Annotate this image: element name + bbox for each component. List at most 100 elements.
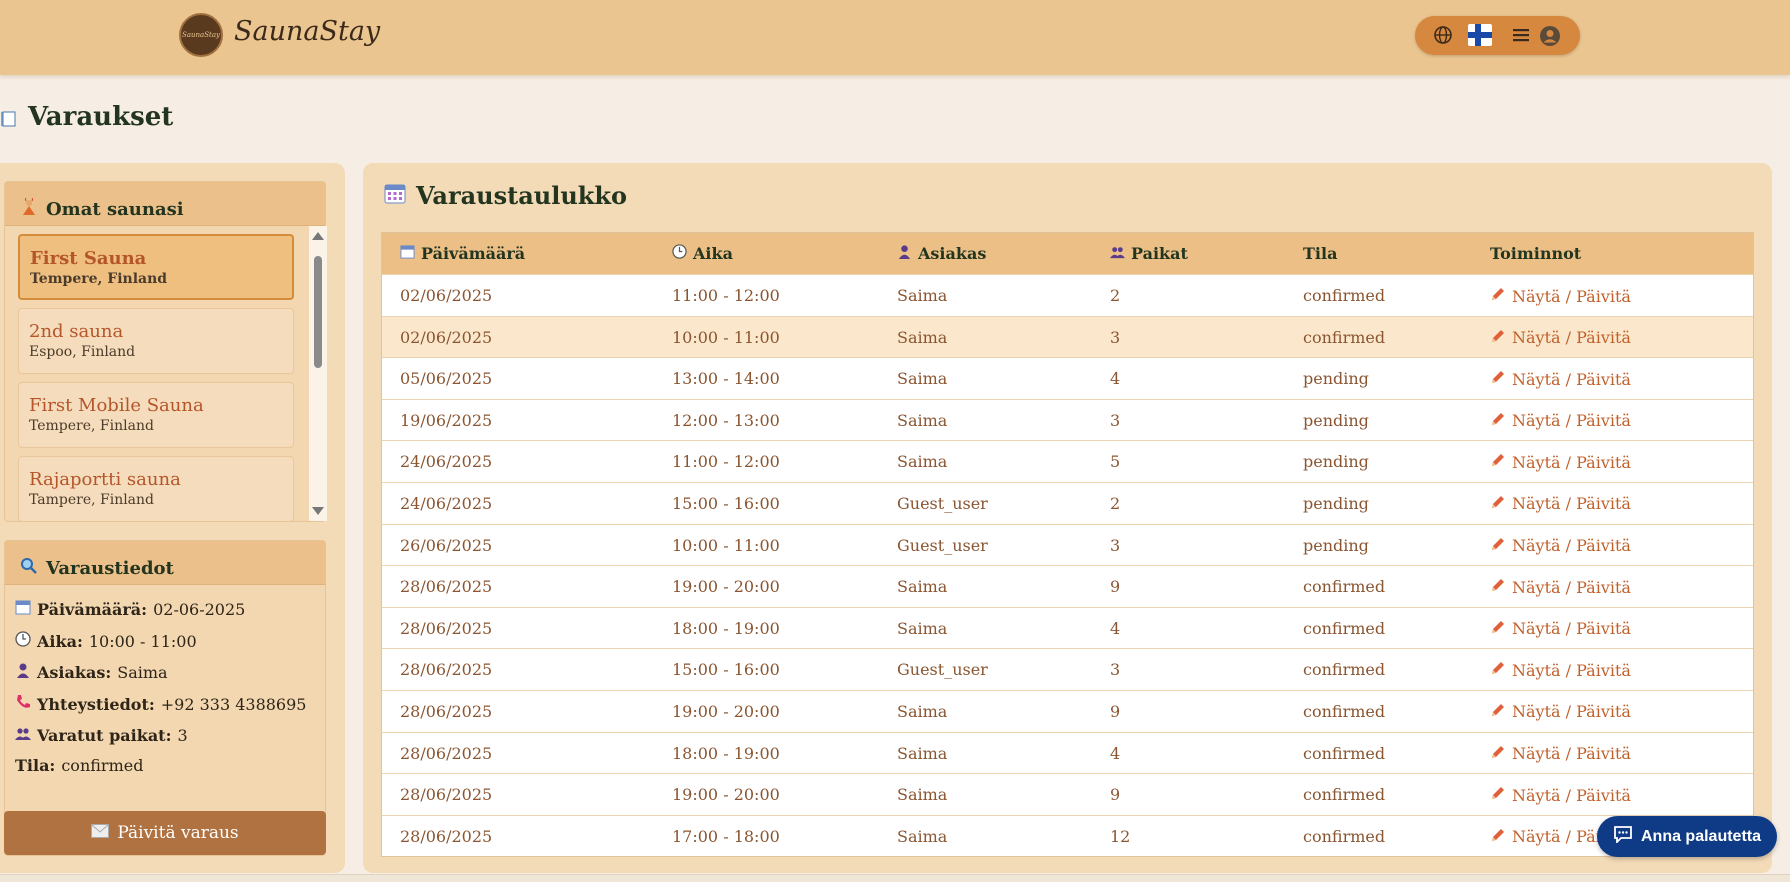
detail-date-label: Päivämäärä: <box>37 599 148 619</box>
nav-controls <box>1415 16 1580 55</box>
view-update-label: Näytä / Päivitä <box>1512 785 1631 805</box>
view-update-label: Näytä / Päivitä <box>1512 369 1631 389</box>
column-header-status[interactable]: Tila <box>1303 244 1337 263</box>
detail-contact-label: Yhteystiedot: <box>37 694 155 714</box>
scroll-down-arrow-icon[interactable] <box>312 507 324 515</box>
pencil-icon <box>1490 328 1506 348</box>
view-update-label: Näytä / Päivitä <box>1512 328 1631 348</box>
cell-time: 19:00 - 20:00 <box>672 577 780 597</box>
logo[interactable]: SaunaStay <box>179 13 223 57</box>
user-icon[interactable] <box>1539 25 1561 51</box>
cell-seats: 4 <box>1110 369 1121 389</box>
cell-time: 19:00 - 20:00 <box>672 785 780 805</box>
bookings-table-title: Varaustaulukko <box>384 181 627 210</box>
table-row[interactable]: 28/06/2025 19:00 - 20:00 Saima 9 confirmed Nä… <box>382 773 1753 815</box>
column-header-time[interactable]: Aika <box>672 244 733 263</box>
detail-customer-value: Saima <box>117 662 168 682</box>
table-row[interactable]: 28/06/2025 15:00 - 16:00 Guest_user 3 confir… <box>382 648 1753 690</box>
calendar-icon <box>15 599 31 619</box>
pencil-icon <box>1490 369 1506 389</box>
table-row[interactable]: 24/06/2025 11:00 - 12:00 Saima 5 pending Näyt… <box>382 440 1753 482</box>
people-icon <box>1110 244 1125 263</box>
detail-seats: Varatut paikat: 3 <box>15 725 188 745</box>
view-update-link[interactable]: Näytä / Päivitä <box>1490 411 1631 431</box>
cell-date: 28/06/2025 <box>400 743 493 763</box>
cell-seats: 3 <box>1110 327 1121 347</box>
table-row[interactable]: 28/06/2025 19:00 - 20:00 Saima 9 confirmed Nä… <box>382 565 1753 607</box>
cell-date: 28/06/2025 <box>400 618 493 638</box>
my-saunas-card: Omat saunasi First Sauna Tempere, Finlan… <box>4 181 327 522</box>
globe-icon[interactable] <box>1433 25 1453 49</box>
view-update-link[interactable]: Näytä / Päivitä <box>1490 286 1631 306</box>
cell-time: 11:00 - 12:00 <box>672 286 780 305</box>
detail-contact: Yhteystiedot: +92 333 4388695 <box>15 694 306 714</box>
cell-date: 28/06/2025 <box>400 660 493 680</box>
table-row[interactable]: 24/06/2025 15:00 - 16:00 Guest_user 2 pendin… <box>382 481 1753 524</box>
update-booking-label: Päivitä varaus <box>117 823 239 843</box>
detail-time-label: Aika: <box>37 631 83 651</box>
view-update-link[interactable]: Näytä / Päivitä <box>1490 785 1631 805</box>
clock-icon <box>672 244 687 263</box>
sauna-name: First Sauna <box>30 248 147 269</box>
table-row[interactable]: 02/06/2025 11:00 - 12:00 Saima 2 confirmed Nä… <box>382 274 1753 316</box>
table-row[interactable]: 28/06/2025 19:00 - 20:00 Saima 9 confirmed Nä… <box>382 689 1753 732</box>
booking-details-header: Varaustiedot <box>5 541 325 585</box>
pencil-icon <box>1490 577 1506 597</box>
view-update-label: Näytä / Päivitä <box>1512 577 1631 597</box>
table-row[interactable]: 28/06/2025 17:00 - 18:00 Saima 12 confirmed N… <box>382 814 1753 857</box>
view-update-link[interactable]: Näytä / Päivitä <box>1490 577 1631 597</box>
phone-icon <box>15 694 31 714</box>
sauna-item-2nd-sauna[interactable]: 2nd sauna Espoo, Finland <box>18 308 294 374</box>
cell-time: 10:00 - 11:00 <box>672 535 780 555</box>
cell-date: 28/06/2025 <box>400 701 493 721</box>
view-update-link[interactable]: Näytä / Päivitä <box>1490 494 1631 514</box>
view-update-link[interactable]: Näytä / Päivitä <box>1490 369 1631 389</box>
sauna-item-first-sauna[interactable]: First Sauna Tempere, Finland <box>18 234 294 300</box>
column-header-date[interactable]: Päivämäärä <box>400 244 525 263</box>
view-update-label: Näytä / Päivitä <box>1512 536 1631 556</box>
table-row[interactable]: 02/06/2025 10:00 - 11:00 Saima 3 confirmed Nä… <box>382 315 1753 358</box>
table-row[interactable]: 26/06/2025 10:00 - 11:00 Guest_user 3 pendin… <box>382 523 1753 566</box>
view-update-link[interactable]: Näytä / Päivitä <box>1490 619 1631 639</box>
detail-time: Aika: 10:00 - 11:00 <box>15 631 197 651</box>
column-header-customer[interactable]: Asiakas <box>897 244 986 263</box>
feedback-button[interactable]: Anna palautetta <box>1597 816 1777 857</box>
table-row[interactable]: 19/06/2025 12:00 - 13:00 Saima 3 pending Näyt… <box>382 398 1753 441</box>
view-update-link[interactable]: Näytä / Päivitä <box>1490 660 1631 680</box>
detail-customer-label: Asiakas: <box>37 662 112 682</box>
scrollbar-thumb[interactable] <box>314 256 322 368</box>
view-update-link[interactable]: Näytä / Päivitä <box>1490 744 1631 764</box>
table-row[interactable]: 28/06/2025 18:00 - 19:00 Saima 4 confirmed Nä… <box>382 606 1753 649</box>
table-row[interactable]: 05/06/2025 13:00 - 14:00 Saima 4 pending Näyt… <box>382 357 1753 399</box>
calendar-icon <box>384 181 406 210</box>
view-update-link[interactable]: Näytä / Päivitä <box>1490 536 1631 556</box>
cell-time: 13:00 - 14:00 <box>672 369 780 389</box>
pencil-icon <box>1490 785 1506 805</box>
sauna-location: Tampere, Finland <box>29 492 155 508</box>
scroll-up-arrow-icon[interactable] <box>312 232 324 240</box>
detail-status-label: Tila: <box>15 756 56 775</box>
cell-status: confirmed <box>1303 785 1386 805</box>
view-update-link[interactable]: Näytä / Päivitä <box>1490 452 1631 472</box>
column-header-customer-label: Asiakas <box>918 244 987 263</box>
cell-seats: 9 <box>1110 785 1121 805</box>
people-icon <box>15 725 31 745</box>
sauna-item-first-mobile-sauna[interactable]: First Mobile Sauna Tempere, Finland <box>18 382 294 448</box>
finland-flag-icon[interactable] <box>1468 24 1492 46</box>
view-update-label: Näytä / Päivitä <box>1512 702 1631 722</box>
update-booking-button[interactable]: Päivitä varaus <box>4 811 326 855</box>
sauna-list-scrollbar[interactable] <box>309 226 327 521</box>
table-row[interactable]: 28/06/2025 18:00 - 19:00 Saima 4 confirmed Nä… <box>382 731 1753 774</box>
menu-icon[interactable] <box>1511 25 1531 49</box>
cell-seats: 9 <box>1110 701 1121 721</box>
view-update-link[interactable]: Näytä / Päivitä <box>1490 328 1631 348</box>
brand-name[interactable]: SaunaStay <box>234 16 380 47</box>
column-header-seats[interactable]: Paikat <box>1110 244 1188 263</box>
cell-status: confirmed <box>1303 618 1386 638</box>
cell-time: 15:00 - 16:00 <box>672 660 780 680</box>
cell-time: 17:00 - 18:00 <box>672 826 780 846</box>
view-update-link[interactable]: Näytä / Päivitä <box>1490 702 1631 722</box>
cell-seats: 3 <box>1110 410 1121 430</box>
cell-time: 11:00 - 12:00 <box>672 452 780 472</box>
sauna-item-rajaportti-sauna[interactable]: Rajaportti sauna Tampere, Finland <box>18 456 294 521</box>
